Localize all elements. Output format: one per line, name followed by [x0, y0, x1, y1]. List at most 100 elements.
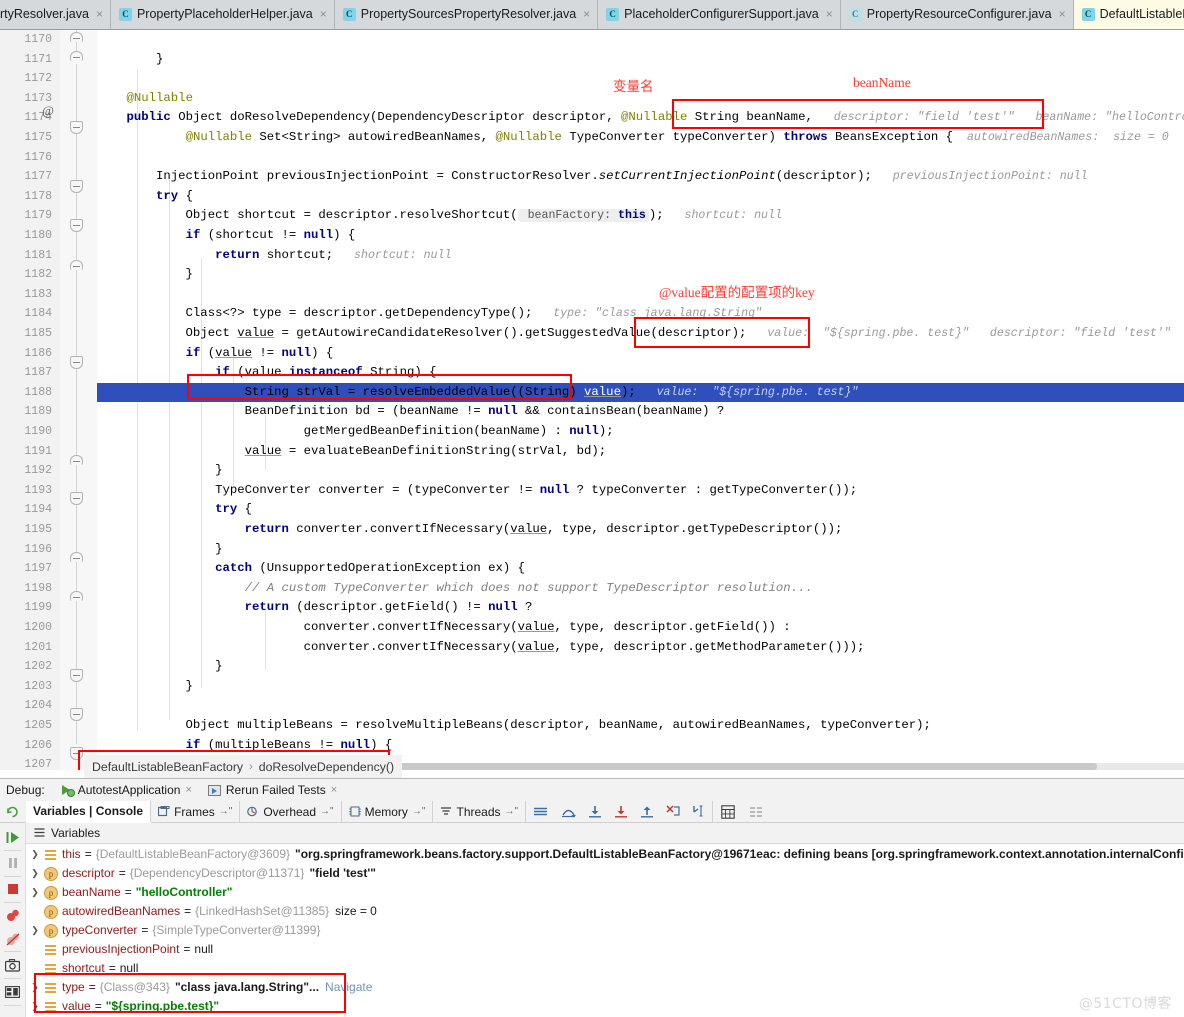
code-line[interactable]: InjectionPoint previousInjectionPoint = …	[97, 167, 1184, 187]
code-line[interactable]: return shortcut; shortcut: null	[97, 246, 1184, 266]
expand-chevron-icon[interactable]: ❯	[26, 864, 44, 883]
code-line[interactable]	[97, 696, 1184, 716]
line-number[interactable]: 1202	[0, 657, 52, 677]
expand-chevron-icon[interactable]: ❯	[26, 978, 44, 997]
variable-row-typeConverter[interactable]: ❯ p typeConverter = {SimpleTypeConverter…	[26, 921, 1184, 940]
variable-row-type[interactable]: ❯ type = {Class@343} "class java.lang.St…	[26, 978, 1184, 997]
code-line[interactable]: Object value = getAutowireCandidateResol…	[97, 324, 1184, 344]
step-out-icon[interactable]	[634, 801, 660, 823]
close-icon[interactable]: ×	[96, 7, 103, 21]
code-line-executing[interactable]: String strVal = resolveEmbeddedValue((St…	[97, 382, 1184, 403]
editor-tab-5[interactable]: C DefaultListableBeanFactory.java ×	[1073, 0, 1184, 29]
line-number[interactable]: 1187	[0, 363, 52, 383]
trace-current-stream-icon[interactable]	[743, 801, 769, 823]
breadcrumb-class[interactable]: DefaultListableBeanFactory	[92, 760, 243, 774]
variable-row-this[interactable]: ❯ this = {DefaultListableBeanFactory@360…	[26, 845, 1184, 864]
variable-row-previousInjectionPoint[interactable]: previousInjectionPoint = null	[26, 940, 1184, 959]
pin-icon[interactable]: →"	[219, 806, 233, 817]
expand-chevron-icon[interactable]: ❯	[26, 997, 44, 1016]
line-number[interactable]: 1196	[0, 540, 52, 560]
code-line[interactable]: TypeConverter converter = (typeConverter…	[97, 481, 1184, 501]
code-line[interactable]: }	[97, 461, 1184, 481]
breadcrumb-method[interactable]: doResolveDependency()	[259, 760, 394, 774]
code-line[interactable]: Class<?> type = descriptor.getDependency…	[97, 304, 1184, 324]
code-line[interactable]: }	[97, 50, 1184, 70]
code-line[interactable]	[97, 30, 1184, 50]
tab-overhead[interactable]: Overhead →"	[240, 800, 342, 823]
settings-camera-icon[interactable]	[0, 953, 25, 977]
evaluate-expression-icon[interactable]	[713, 801, 743, 823]
line-number[interactable]: 1193	[0, 481, 52, 501]
code-line[interactable]: }	[97, 657, 1184, 677]
close-icon[interactable]: ×	[583, 7, 590, 21]
code-line[interactable]: }	[97, 265, 1184, 285]
code-line[interactable]: Object multipleBeans = resolveMultipleBe…	[97, 716, 1184, 736]
pin-icon[interactable]: →"	[320, 806, 334, 817]
line-number[interactable]: 1186	[0, 344, 52, 364]
close-icon[interactable]: ×	[331, 784, 337, 796]
code-line[interactable]	[97, 148, 1184, 168]
editor-gutter[interactable]: 1170 1171 1172 1173 1174 1175 1176 1177 1178 1179…	[0, 30, 97, 770]
fold-marker[interactable]	[70, 356, 83, 369]
pause-program-icon[interactable]	[0, 851, 25, 875]
code-line[interactable]: }	[97, 677, 1184, 697]
variables-tree[interactable]: ❯ this = {DefaultListableBeanFactory@360…	[26, 844, 1184, 1017]
line-number[interactable]: 1178	[0, 187, 52, 207]
line-number[interactable]: 1175	[0, 128, 52, 148]
fold-marker[interactable]	[70, 492, 83, 505]
code-line[interactable]: Object shortcut = descriptor.resolveShor…	[97, 206, 1184, 226]
code-line[interactable]: if (shortcut != null) {	[97, 226, 1184, 246]
line-number[interactable]: 1188	[0, 383, 52, 403]
close-icon[interactable]: ×	[826, 7, 833, 21]
fold-marker[interactable]	[70, 552, 83, 562]
line-number[interactable]: 1200	[0, 618, 52, 638]
variable-row-descriptor[interactable]: ❯ p descriptor = {DependencyDescriptor@1…	[26, 864, 1184, 883]
code-line[interactable]: catch (UnsupportedOperationException ex)…	[97, 559, 1184, 579]
line-number[interactable]: 1170	[0, 30, 52, 50]
resume-program-icon[interactable]	[0, 825, 25, 849]
line-number[interactable]: 1176	[0, 148, 52, 168]
navigate-link[interactable]: Navigate	[325, 978, 372, 997]
code-editor[interactable]: 1170 1171 1172 1173 1174 1175 1176 1177 1178 1179…	[0, 30, 1184, 770]
line-number[interactable]: 1181	[0, 246, 52, 266]
fold-marker[interactable]	[70, 180, 83, 193]
variable-row-autowiredBeanNames[interactable]: p autowiredBeanNames = {LinkedHashSet@11…	[26, 902, 1184, 921]
code-line[interactable]: try {	[97, 187, 1184, 207]
line-number[interactable]: 1185	[0, 324, 52, 344]
code-line[interactable]: if (multipleBeans != null) {	[97, 736, 1184, 756]
debug-session-tab-rerun[interactable]: Rerun Failed Tests ×	[200, 779, 345, 801]
code-line[interactable]: getMergedBeanDefinition(beanName) : null…	[97, 422, 1184, 442]
code-line[interactable]: BeanDefinition bd = (beanName != null &&…	[97, 402, 1184, 422]
layout-icon[interactable]	[0, 980, 25, 1004]
force-step-into-icon[interactable]	[608, 801, 634, 823]
line-number[interactable]: 1206	[0, 736, 52, 756]
line-number[interactable]: 1198	[0, 579, 52, 599]
line-number[interactable]: 1180	[0, 226, 52, 246]
debug-session-tab-autotest[interactable]: AutotestApplication ×	[53, 779, 200, 801]
variable-row-value[interactable]: ❯ value = "${spring.pbe.test}"	[26, 997, 1184, 1016]
code-line[interactable]	[97, 285, 1184, 305]
code-line[interactable]: return (descriptor.getField() != null ?	[97, 598, 1184, 618]
line-number[interactable]: 1191	[0, 442, 52, 462]
editor-tab-3[interactable]: C PlaceholderConfigurerSupport.java ×	[598, 0, 841, 29]
line-number[interactable]: 1205	[0, 716, 52, 736]
variable-row-beanName[interactable]: ❯ p beanName = "helloController"	[26, 883, 1184, 902]
code-line[interactable]: converter.convertIfNecessary(value, type…	[97, 618, 1184, 638]
expand-chevron-icon[interactable]: ❯	[26, 883, 44, 902]
line-number[interactable]: 1194	[0, 500, 52, 520]
editor-tab-4[interactable]: C PropertyResourceConfigurer.java ×	[840, 0, 1074, 29]
fold-marker[interactable]	[70, 32, 83, 42]
code-line[interactable]: if (value instanceof String) {	[97, 363, 1184, 383]
line-number[interactable]: 1179	[0, 206, 52, 226]
stop-icon[interactable]	[0, 877, 25, 901]
expand-chevron-icon[interactable]: ❯	[26, 845, 44, 864]
expand-chevron-icon[interactable]: ❯	[26, 921, 44, 940]
line-number[interactable]: 1182	[0, 265, 52, 285]
fold-marker[interactable]	[70, 747, 83, 760]
fold-marker[interactable]	[70, 260, 83, 270]
code-line[interactable]: if (value != null) {	[97, 344, 1184, 364]
line-number[interactable]: 1171	[0, 50, 52, 70]
fold-marker[interactable]	[70, 591, 83, 601]
line-number[interactable]: 1189	[0, 402, 52, 422]
tab-memory[interactable]: Memory →"	[342, 800, 434, 823]
